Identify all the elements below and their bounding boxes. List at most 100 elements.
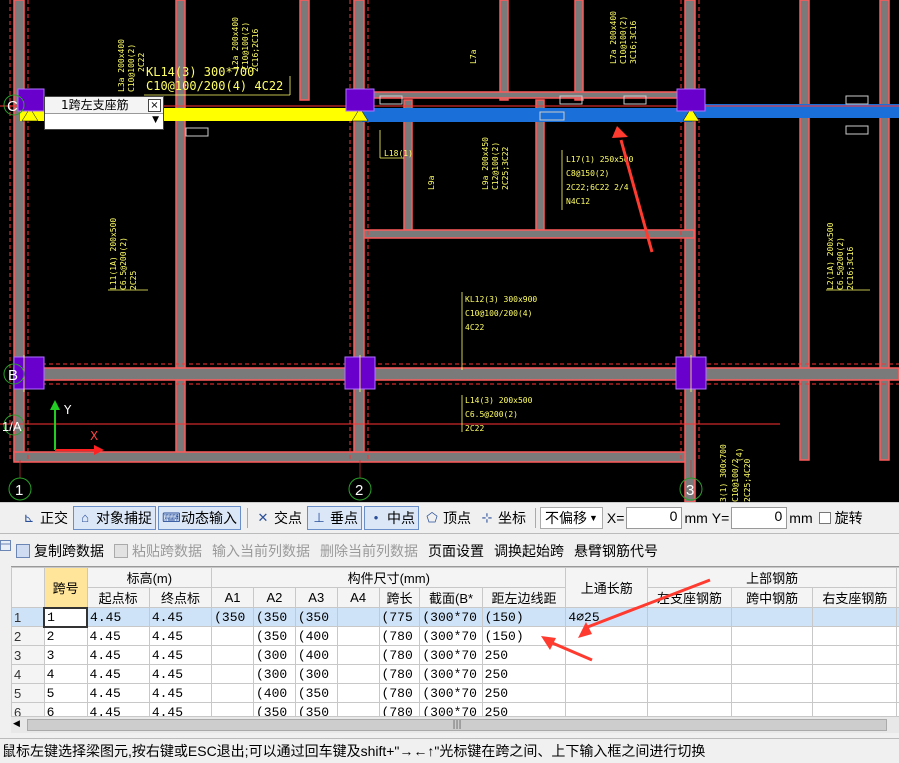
table-row[interactable]: 3 3 4.45 4.45 (300 (400 (780 (300*70 250: [11, 645, 899, 665]
cell-a2[interactable]: (400: [252, 683, 296, 703]
right-support-rebar-header[interactable]: 右支座钢筋: [812, 587, 898, 608]
edge-distance-header[interactable]: 距左边线距: [481, 587, 567, 608]
cell-a1[interactable]: [211, 645, 254, 665]
cell-rebar[interactable]: [730, 702, 814, 716]
cell-a3[interactable]: (300: [294, 664, 338, 684]
row-number[interactable]: 3: [11, 645, 45, 665]
row-number[interactable]: 1: [11, 607, 45, 627]
cell-end[interactable]: 4.45: [148, 645, 213, 665]
cell-rebar[interactable]: [730, 607, 814, 627]
chevron-down-icon[interactable]: ▼: [152, 115, 159, 125]
cell-rebar[interactable]: [647, 664, 732, 684]
cell-len[interactable]: (780: [378, 626, 421, 646]
cell-dist[interactable]: 250: [481, 702, 567, 716]
left-support-rebar-select[interactable]: ▼: [45, 114, 163, 130]
cell-rebar[interactable]: [812, 702, 898, 716]
top-through-rebar-header[interactable]: 上通长筋: [565, 567, 649, 608]
cell-start[interactable]: 4.45: [86, 626, 150, 646]
cell-a1[interactable]: (350: [211, 607, 254, 627]
cell-a4[interactable]: [336, 664, 380, 684]
section-header[interactable]: 截面(B*: [419, 587, 483, 608]
cell-start[interactable]: 4.45: [86, 664, 150, 684]
cell-start[interactable]: 4.45: [86, 702, 150, 716]
span-length-header[interactable]: 跨长: [378, 587, 421, 608]
span-rebar-popup[interactable]: 1跨左支座筋 × ▼: [44, 96, 164, 130]
row-number[interactable]: 5: [11, 683, 45, 703]
cell-start[interactable]: 4.45: [86, 607, 150, 627]
cell-sec[interactable]: (300*70: [419, 683, 483, 703]
cell-a2[interactable]: (350: [252, 702, 296, 716]
cell-through[interactable]: [565, 702, 649, 716]
cell-span[interactable]: 2: [43, 626, 88, 646]
cell-rebar[interactable]: [812, 626, 898, 646]
cell-end[interactable]: 4.45: [148, 702, 213, 716]
start-elevation-header[interactable]: 起点标: [86, 587, 150, 608]
cell-dist[interactable]: (150): [481, 626, 567, 646]
cantilever-code-button[interactable]: 悬臂钢筋代号: [574, 541, 658, 561]
table-row[interactable]: 1 1 4.45 4.45 (350 (350 (350 (775 (300*70 (150) 4⌀…: [11, 606, 899, 628]
end-elevation-header[interactable]: 终点标: [148, 587, 213, 608]
cell-rebar[interactable]: [812, 664, 898, 684]
cell-rebar[interactable]: [730, 683, 814, 703]
table-row[interactable]: 6 6 4.45 4.45 (350 (350 (780 (300*70 250: [11, 702, 899, 716]
cell-rebar[interactable]: [812, 683, 898, 703]
cell-a4[interactable]: [336, 626, 380, 646]
cell-through[interactable]: [565, 626, 649, 646]
span-number-header[interactable]: 跨号: [43, 567, 88, 608]
object-snap-button[interactable]: ⌂ 对象捕捉: [73, 506, 156, 530]
cell-dist[interactable]: 250: [481, 664, 567, 684]
cell-end[interactable]: 4.45: [148, 626, 213, 646]
mid-span-rebar-header[interactable]: 跨中钢筋: [730, 587, 814, 608]
cell-rebar[interactable]: [647, 702, 732, 716]
cell-rebar[interactable]: [812, 607, 898, 627]
table-row[interactable]: 2 2 4.45 4.45 (350 (400 (780 (300*70 (150): [11, 626, 899, 646]
a4-header[interactable]: A4: [336, 587, 380, 608]
cell-end[interactable]: 4.45: [148, 607, 213, 627]
cell-len[interactable]: (780: [378, 664, 421, 684]
cell-a1[interactable]: [211, 683, 254, 703]
cell-a2[interactable]: (300: [252, 645, 296, 665]
cell-len[interactable]: (780: [378, 702, 421, 716]
cell-a3[interactable]: (400: [294, 645, 338, 665]
cell-through[interactable]: [565, 645, 649, 665]
row-number[interactable]: 6: [11, 702, 45, 716]
copy-span-button[interactable]: 复制跨数据: [16, 541, 104, 561]
cad-drawing-canvas[interactable]: C B 1/A 1 2 3 Y X KL14(3) 300*700 C10@10…: [0, 0, 899, 502]
cell-span[interactable]: 3: [43, 645, 88, 665]
intersection-snap-button[interactable]: ✕ 交点: [252, 506, 305, 530]
cell-a4[interactable]: [336, 683, 380, 703]
span-data-grid[interactable]: 跨号 标高(m) 构件尺寸(mm) 上通长筋 上部钢筋 下 起点标 终点标 A1…: [11, 566, 899, 716]
cell-a4[interactable]: [336, 702, 380, 716]
cell-start[interactable]: 4.45: [86, 645, 150, 665]
close-icon[interactable]: ×: [148, 99, 161, 112]
x-coordinate-input[interactable]: 0: [626, 507, 683, 529]
coordinate-snap-button[interactable]: ⊹ 坐标: [476, 506, 529, 530]
swap-start-span-button[interactable]: 调换起始跨: [494, 541, 564, 561]
cell-a3[interactable]: (350: [294, 702, 338, 716]
cell-rebar[interactable]: [730, 664, 814, 684]
table-row[interactable]: 4 4 4.45 4.45 (300 (300 (780 (300*70 250: [11, 664, 899, 684]
cell-rebar[interactable]: [647, 626, 732, 646]
cell-through[interactable]: 4⌀25: [565, 607, 649, 627]
cell-a2[interactable]: (350: [252, 626, 296, 646]
scroll-left-icon[interactable]: ◀: [13, 719, 20, 729]
paste-span-button[interactable]: 粘贴跨数据: [114, 541, 202, 561]
cell-a2[interactable]: (300: [252, 664, 296, 684]
cell-a1[interactable]: [211, 626, 254, 646]
ortho-button[interactable]: ⊾ 正交: [18, 506, 71, 530]
beam-span-2[interactable]: [362, 108, 692, 122]
table-row[interactable]: 5 5 4.45 4.45 (400 (350 (780 (300*70 250: [11, 683, 899, 703]
cell-a3[interactable]: (400: [294, 626, 338, 646]
cell-rebar[interactable]: [647, 683, 732, 703]
cell-rebar[interactable]: [647, 645, 732, 665]
cell-rebar[interactable]: [812, 645, 898, 665]
cell-dist[interactable]: (150): [481, 607, 567, 627]
perpendicular-snap-button[interactable]: ⊥ 垂点: [307, 506, 362, 530]
input-column-button[interactable]: 输入当前列数据: [212, 541, 310, 561]
rotate-checkbox[interactable]: [818, 512, 831, 524]
cell-span[interactable]: 1: [43, 606, 89, 628]
cell-end[interactable]: 4.45: [148, 664, 213, 684]
cell-a1[interactable]: [211, 702, 254, 716]
cell-a1[interactable]: [211, 664, 254, 684]
a2-header[interactable]: A2: [252, 587, 296, 608]
